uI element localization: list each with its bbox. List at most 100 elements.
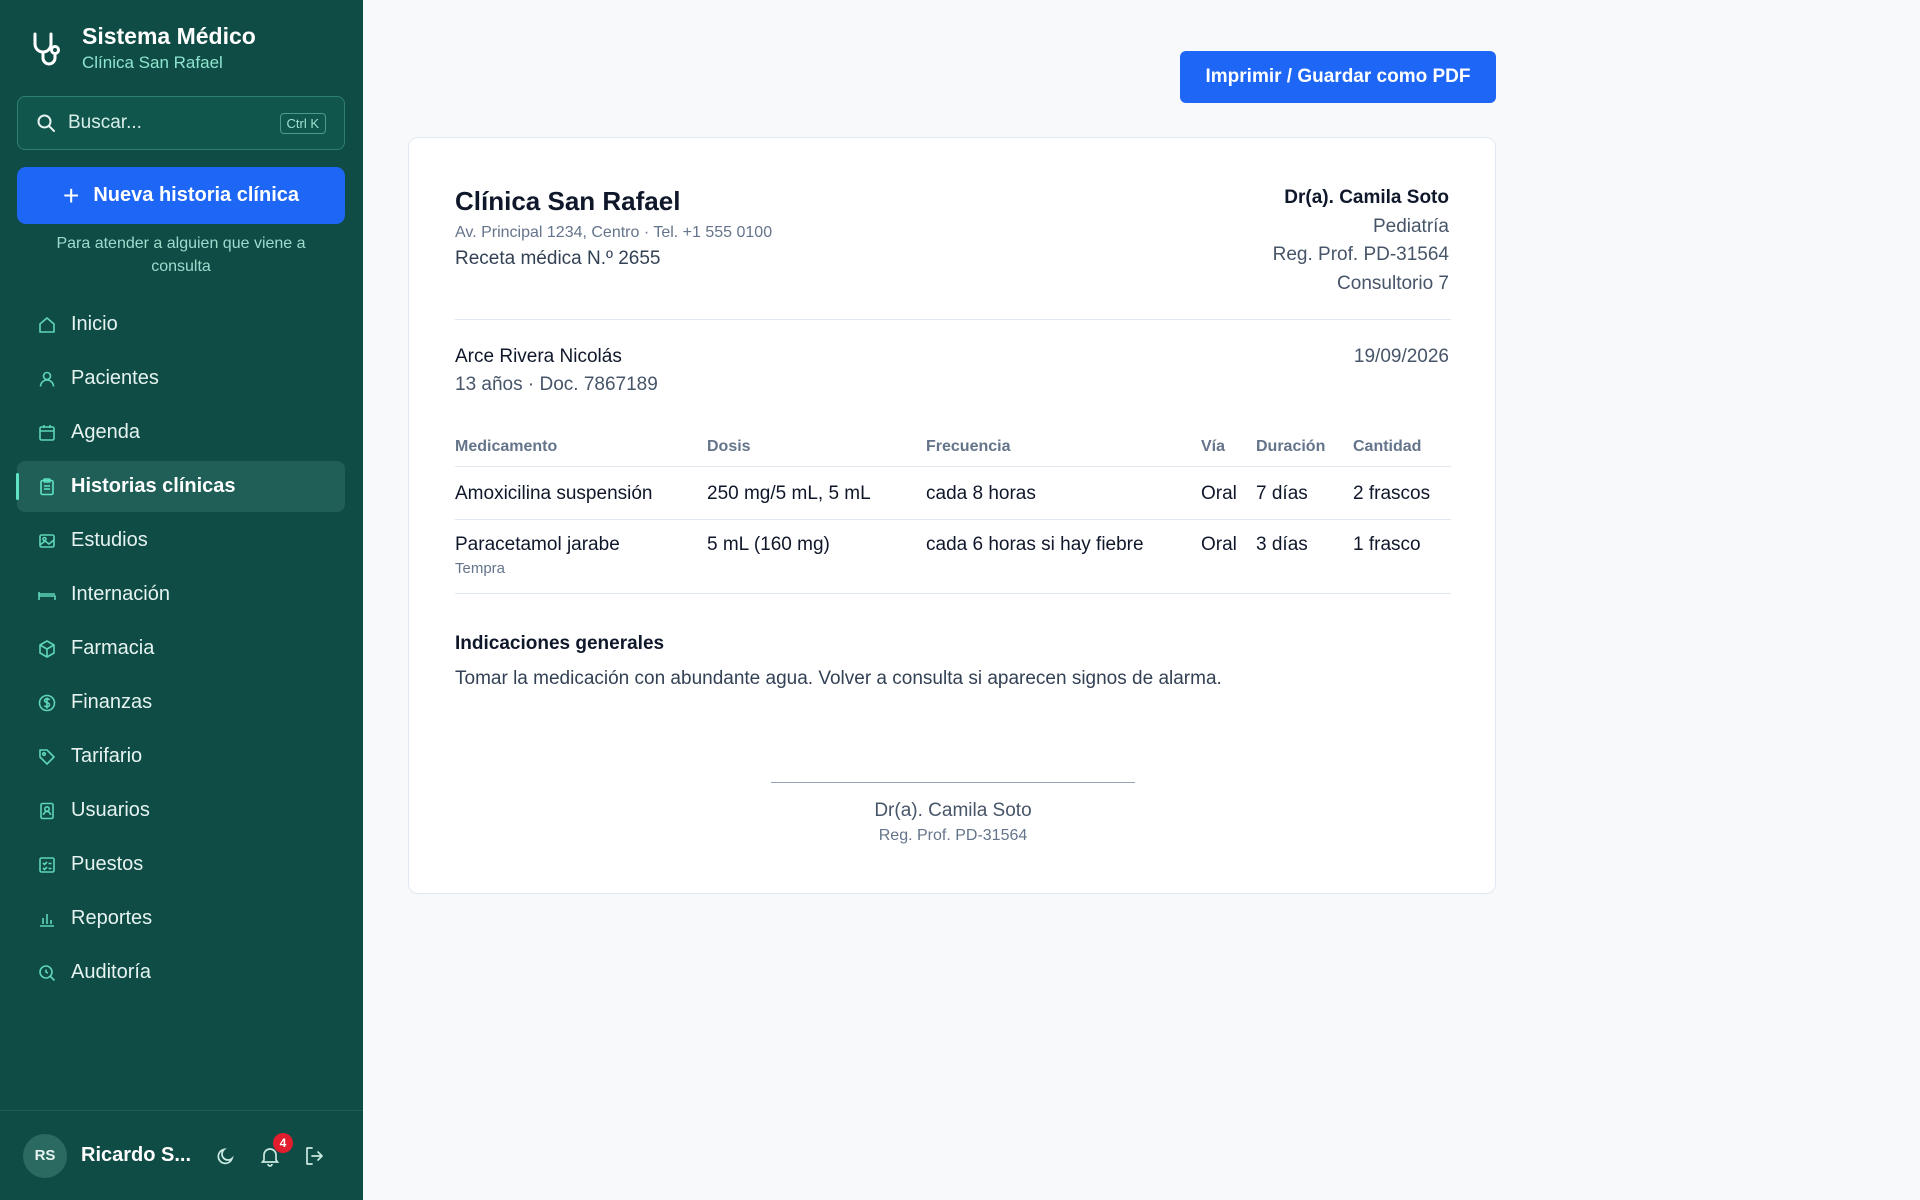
sidebar-item-pacientes[interactable]: Pacientes <box>17 353 345 404</box>
new-record-label: Nueva historia clínica <box>93 184 299 206</box>
user-name[interactable]: Ricardo S... <box>81 1144 193 1167</box>
signature-line <box>771 782 1135 783</box>
search-doc-icon <box>39 964 56 981</box>
medication-route: Oral <box>1201 519 1256 594</box>
doctor-specialty: Pediatría <box>1372 215 1449 237</box>
medication-duration: 7 días <box>1256 466 1353 520</box>
sidebar-item-label: Tarifario <box>71 745 143 767</box>
medication-dose: 250 mg/5 mL, 5 mL <box>707 466 926 520</box>
prescription-date: 19/09/2026 <box>1353 346 1449 367</box>
divider <box>455 319 1451 320</box>
notification-badge: 4 <box>273 1132 293 1153</box>
sidebar-item-reportes[interactable]: Reportes <box>17 893 345 944</box>
column-header: Duración <box>1256 428 1353 467</box>
search-icon <box>37 114 55 132</box>
avatar[interactable]: RS <box>23 1133 67 1178</box>
sidebar-item-label: Inicio <box>71 313 118 335</box>
clinic-address: Av. Principal 1234, Centro · Tel. +1 555… <box>455 224 773 241</box>
sidebar-nav: Inicio Pacientes Agenda Historias clínic… <box>16 299 345 1001</box>
medication-quantity: 1 frasco <box>1353 519 1451 594</box>
notifications-button[interactable]: 4 <box>259 1132 293 1167</box>
sidebar-item-inicio[interactable]: Inicio <box>17 299 345 350</box>
new-record-button[interactable]: + Nueva historia clínica <box>17 167 345 224</box>
column-header: Medicamento <box>455 428 707 467</box>
sidebar-item-finanzas[interactable]: Finanzas <box>17 677 345 728</box>
doctor-registration: Reg. Prof. PD-31564 <box>1272 244 1449 265</box>
search-shortcut: Ctrl K <box>279 112 326 134</box>
list-check-icon <box>39 856 55 873</box>
column-header: Cantidad <box>1353 428 1451 467</box>
sidebar-item-label: Estudios <box>71 529 148 551</box>
sidebar-item-label: Farmacia <box>71 637 155 659</box>
doctor-name: Dr(a). Camila Soto <box>1284 187 1449 208</box>
new-record-hint: Para atender a alguien que viene a consu… <box>56 235 306 275</box>
search-placeholder: Buscar... <box>68 112 142 133</box>
brand: Sistema Médico Clínica San Rafael <box>30 22 256 74</box>
sidebar-item-label: Finanzas <box>71 691 153 713</box>
patient-name: Arce Rivera Nicolás <box>455 346 622 367</box>
sidebar-item-label: Pacientes <box>71 367 159 389</box>
print-pdf-button[interactable]: Imprimir / Guardar como PDF <box>1180 51 1496 103</box>
medications-table: Medicamento Dosis Frecuencia Vía Duració… <box>455 428 1451 594</box>
signature-name: Dr(a). Camila Soto <box>874 800 1032 821</box>
sidebar-item-estudios[interactable]: Estudios <box>17 515 345 566</box>
bar-chart-icon <box>40 913 54 927</box>
sidebar-item-label: Reportes <box>71 907 153 929</box>
prescription-number: Receta médica N.º 2655 <box>455 248 661 269</box>
user-icon <box>39 371 55 387</box>
sidebar-item-agenda[interactable]: Agenda <box>17 407 345 458</box>
table-row: Amoxicilina suspensión 250 mg/5 mL, 5 mL… <box>455 466 1451 520</box>
id-card-icon <box>40 802 54 819</box>
prescription-card: Clínica San Rafael Av. Principal 1234, C… <box>408 137 1496 894</box>
sidebar-item-label: Puestos <box>71 853 144 875</box>
clipboard-icon <box>40 477 54 495</box>
medication-cell: Paracetamol jarabe Tempra <box>455 519 707 594</box>
sidebar-item-tarifario[interactable]: Tarifario <box>17 731 345 782</box>
column-header: Frecuencia <box>926 428 1201 467</box>
medication-name: Paracetamol jarabe <box>455 533 620 555</box>
app-title: Sistema Médico <box>82 23 256 49</box>
sidebar-item-label: Historias clínicas <box>71 475 236 497</box>
instructions-title: Indicaciones generales <box>455 633 665 654</box>
medication-brand: Tempra <box>455 559 506 577</box>
table-row: Paracetamol jarabe Tempra 5 mL (160 mg) … <box>455 519 1451 594</box>
column-header: Dosis <box>707 428 926 467</box>
sidebar-item-usuarios[interactable]: Usuarios <box>17 785 345 836</box>
search-input[interactable]: Buscar... Ctrl K <box>17 96 345 150</box>
sidebar-item-farmacia[interactable]: Farmacia <box>17 623 345 674</box>
instructions-text: Tomar la medicación con abundante agua. … <box>455 668 1222 689</box>
dollar-icon <box>38 694 56 711</box>
box-icon <box>39 639 55 658</box>
signature-registration: Reg. Prof. PD-31564 <box>878 827 1028 844</box>
medication-route: Oral <box>1201 466 1256 520</box>
sidebar: Sistema Médico Clínica San Rafael Buscar… <box>0 0 363 1200</box>
user-bar: RS Ricardo S... 4 <box>0 1110 363 1200</box>
table-header-row: Medicamento Dosis Frecuencia Vía Duració… <box>455 428 1451 467</box>
sidebar-item-internacion[interactable]: Internación <box>17 569 345 620</box>
clinic-title: Clínica San Rafael <box>455 186 681 216</box>
sidebar-item-historias[interactable]: Historias clínicas <box>16 461 345 512</box>
doctor-info: Dr(a). Camila Soto Pediatría Reg. Prof. … <box>1273 184 1449 298</box>
medication-frequency: cada 8 horas <box>926 466 1201 520</box>
medication-dose: 5 mL (160 mg) <box>707 519 926 594</box>
moon-icon[interactable] <box>215 1145 237 1167</box>
sidebar-item-label: Internación <box>71 583 170 605</box>
medication-duration: 3 días <box>1256 519 1353 594</box>
clinic-name: Clínica San Rafael <box>82 53 223 72</box>
image-icon <box>39 533 55 548</box>
medication-quantity: 2 frascos <box>1353 466 1451 520</box>
logout-icon[interactable] <box>303 1145 325 1167</box>
sidebar-item-label: Usuarios <box>71 799 150 821</box>
plus-icon: + <box>63 179 80 211</box>
sidebar-item-puestos[interactable]: Puestos <box>17 839 345 890</box>
home-icon <box>39 316 55 333</box>
sidebar-item-label: Agenda <box>71 421 140 443</box>
patient-info: 13 años · Doc. 7867189 <box>455 374 658 395</box>
bed-icon <box>38 591 56 600</box>
doctor-office: Consultorio 7 <box>1337 272 1449 294</box>
sidebar-item-auditoria[interactable]: Auditoría <box>17 947 345 998</box>
calendar-icon <box>39 424 55 441</box>
medication-name: Amoxicilina suspensión <box>455 466 707 520</box>
medication-frequency: cada 6 horas si hay fiebre <box>926 519 1201 594</box>
sidebar-item-label: Auditoría <box>71 961 152 983</box>
